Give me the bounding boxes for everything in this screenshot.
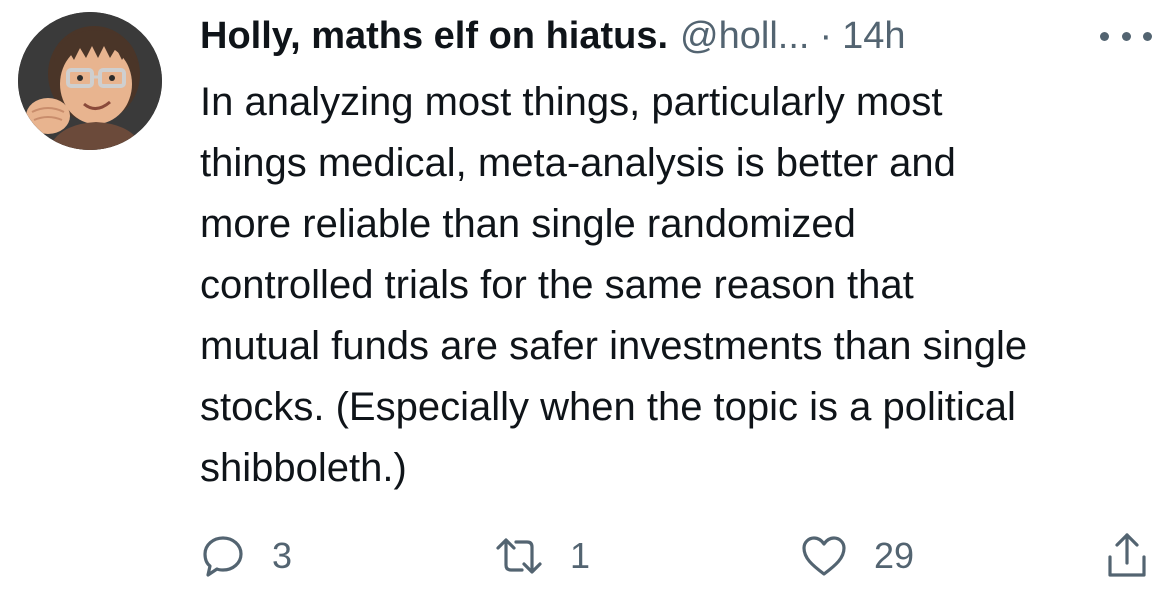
heart-icon	[802, 536, 846, 576]
share-icon	[1108, 533, 1146, 577]
tweet[interactable]: Holly, maths elf on hiatus. @holl... · 1…	[0, 0, 1172, 606]
tweet-actions: 3 1 29	[200, 528, 1160, 584]
separator-dot: ·	[819, 14, 833, 57]
share-button[interactable]	[1104, 528, 1150, 584]
memoji-avatar	[18, 12, 162, 150]
tweet-text-line: things medical, meta-analysis is better …	[200, 141, 956, 185]
tweet-header: Holly, maths elf on hiatus. @holl... · 1…	[200, 10, 1152, 62]
reply-button[interactable]: 3	[200, 528, 292, 584]
tweet-text-line: shibboleth.)	[200, 446, 407, 490]
tweet-text-line: In analyzing most things, particularly m…	[200, 80, 943, 124]
more-options-icon[interactable]	[1100, 18, 1152, 54]
timestamp[interactable]: 14h	[842, 15, 905, 58]
tweet-text: In analyzing most things, particularly m…	[200, 72, 1160, 499]
avatar[interactable]	[18, 12, 162, 150]
reply-count: 3	[272, 535, 293, 576]
tweet-text-line: stocks. (Especially when the topic is a …	[200, 385, 1016, 429]
author-handle[interactable]: @holl...	[680, 15, 809, 58]
retweet-icon	[496, 538, 542, 574]
like-count: 29	[874, 535, 915, 576]
tweet-text-line: more reliable than single randomized	[200, 202, 856, 246]
tweet-text-line: mutual funds are safer investments than …	[200, 324, 1028, 368]
reply-icon	[203, 536, 243, 577]
retweet-button[interactable]: 1	[494, 528, 590, 584]
retweet-count: 1	[570, 535, 591, 576]
author-name[interactable]: Holly, maths elf on hiatus.	[200, 15, 668, 58]
like-button[interactable]: 29	[800, 528, 914, 584]
tweet-text-line: controlled trials for the same reason th…	[200, 263, 914, 307]
